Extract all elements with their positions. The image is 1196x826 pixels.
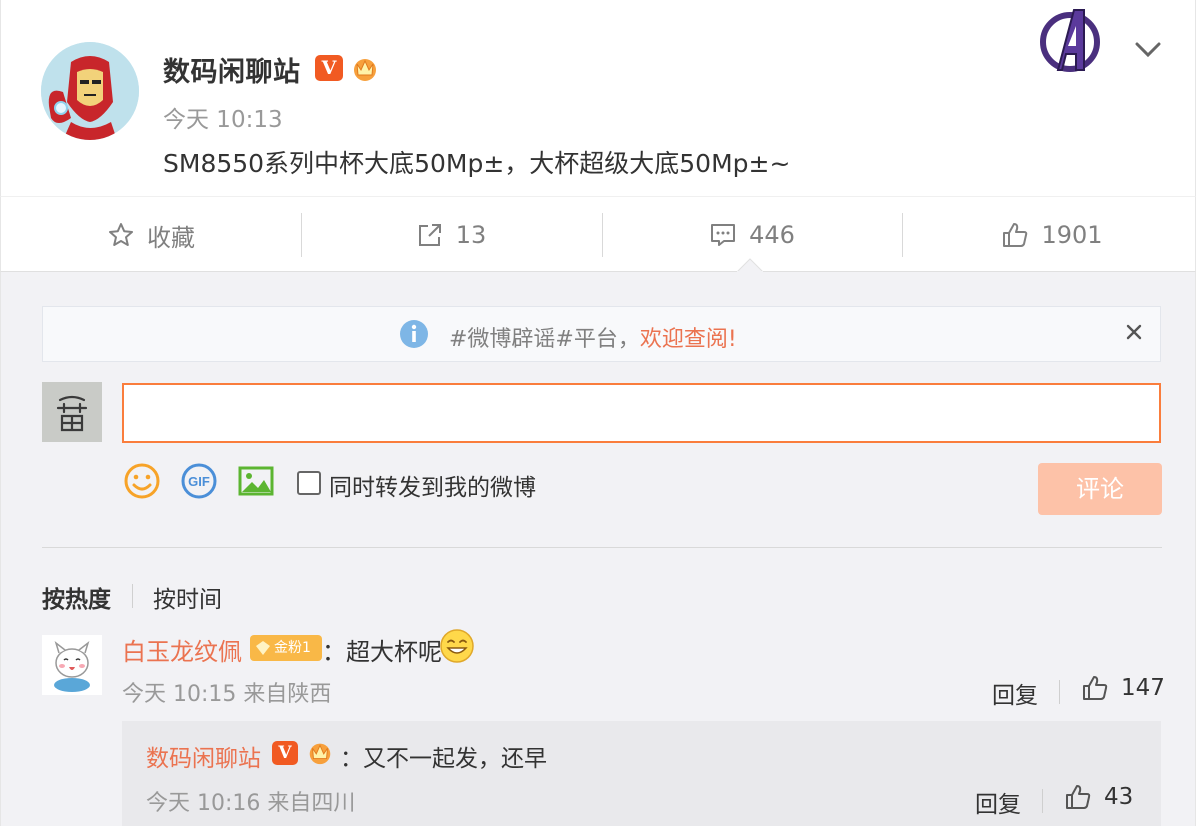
post-card: 数码闲聊站 V 今天 10:13 SM8550系列中杯大底50Mp±，大杯超级大… <box>0 0 1196 196</box>
chevron-down-icon[interactable] <box>1133 36 1163 62</box>
smiley-icon[interactable] <box>122 461 162 501</box>
image-icon[interactable] <box>236 461 276 501</box>
notice-link[interactable]: 欢迎查阅! <box>640 327 737 352</box>
active-tab-pointer <box>737 258 763 272</box>
share-icon <box>418 224 441 246</box>
commenter-avatar[interactable] <box>42 635 102 695</box>
sort-by-hot-tab[interactable]: 按热度 <box>42 580 111 614</box>
reply-text: ：又不一起发，还早 <box>340 746 547 772</box>
reply-like-button[interactable]: 43 <box>1064 783 1133 811</box>
verified-v-icon: V <box>315 55 343 81</box>
repost-button[interactable]: 13 <box>301 197 601 273</box>
avengers-logo-icon <box>1040 9 1100 72</box>
thumbs-up-icon <box>1003 223 1028 247</box>
thumbs-up-icon <box>1066 785 1091 809</box>
sort-divider <box>132 584 133 608</box>
sort-by-time-tab[interactable]: 按时间 <box>153 580 222 614</box>
action-separator <box>1042 789 1043 813</box>
section-divider <box>42 547 1162 548</box>
comment-meta: 今天 10:15 来自陕西 <box>122 682 332 707</box>
verified-v-icon: V <box>272 741 298 765</box>
author-avatar[interactable] <box>41 42 139 140</box>
thumbs-up-icon <box>1083 676 1108 700</box>
comment-icon <box>711 224 736 246</box>
like-button[interactable]: 1901 <box>902 197 1196 273</box>
crown-badge-icon <box>309 743 331 765</box>
repost-checkbox[interactable] <box>297 471 321 495</box>
close-icon[interactable] <box>1123 321 1145 343</box>
reply-meta: 今天 10:16 来自四川 <box>146 791 356 816</box>
svg-text:GIF: GIF <box>188 474 210 489</box>
action-separator <box>1059 680 1060 704</box>
reply-author-name[interactable]: 数码闲聊站 <box>146 739 261 773</box>
comment-input[interactable] <box>122 383 1161 443</box>
gif-icon[interactable]: GIF <box>179 461 219 501</box>
info-icon <box>400 320 428 348</box>
repost-checkbox-label[interactable]: 同时转发到我的微博 <box>329 468 536 502</box>
star-icon <box>109 223 133 246</box>
commenter-name[interactable]: 白玉龙纹佩 <box>122 632 242 667</box>
notice-prefix: #微博辟谣#平台， <box>449 327 640 352</box>
reply-button[interactable]: 回复 <box>975 785 1021 819</box>
notice-text: #微博辟谣#平台，欢迎查阅! <box>449 321 737 353</box>
grin-emoji-icon <box>440 629 474 663</box>
favorite-button[interactable]: 收藏 <box>1 197 301 273</box>
nested-reply: 数码闲聊站 V ：又不一起发，还早 今天 10:16 来自四川 回复 43 <box>122 721 1161 826</box>
reply-like-count: 43 <box>1104 784 1134 810</box>
reply-button[interactable]: 回复 <box>992 676 1038 710</box>
fan-badge-label: 金粉1 <box>274 640 311 656</box>
comment-like-count: 147 <box>1121 675 1165 701</box>
gold-fan-badge: 金粉1 <box>250 635 322 661</box>
crown-badge-icon <box>354 59 376 81</box>
author-name[interactable]: 数码闲聊站 <box>163 50 301 89</box>
comment-count: 446 <box>749 221 795 249</box>
repost-count: 13 <box>455 221 487 249</box>
gold-fan-badge-icon <box>256 641 270 655</box>
comment-text: ：超大杯呢 <box>322 638 442 666</box>
post-timestamp: 今天 10:13 <box>163 107 283 133</box>
comment-section: #微博辟谣#平台，欢迎查阅! GIF 同时转发到我的微博 评论 按热度 按时间 <box>0 272 1196 826</box>
post-body: SM8550系列中杯大底50Mp±，大杯超级大底50Mp±~ <box>163 149 791 178</box>
comment-like-button[interactable]: 147 <box>1081 674 1165 702</box>
post-action-bar: 收藏 13 446 1901 <box>0 196 1196 272</box>
like-count: 1901 <box>1041 221 1103 249</box>
submit-comment-button[interactable]: 评论 <box>1038 463 1162 515</box>
rumor-notice-banner: #微博辟谣#平台，欢迎查阅! <box>42 306 1161 362</box>
favorite-label: 收藏 <box>147 223 195 252</box>
current-user-avatar[interactable] <box>42 382 102 442</box>
